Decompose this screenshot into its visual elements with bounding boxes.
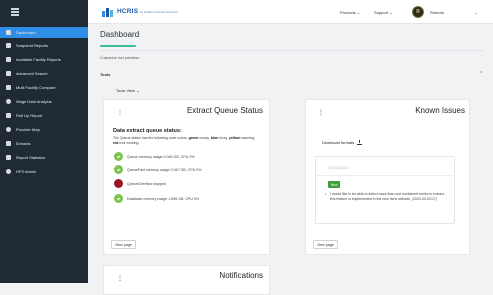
card-title: Known Issues [415, 106, 465, 115]
sidebar-item-multi-facility-compare[interactable]: Multi Facility Compare [0, 82, 88, 93]
sidebar: Dashboard Snapshot Reports Available Fac… [0, 0, 88, 283]
queue-status-row: Database memory usage 1.698 GB, CPU 0% [114, 194, 199, 203]
page-subtitle: Customize tool previews. [100, 56, 140, 60]
nav-support[interactable]: Support ⌄ [374, 10, 392, 15]
sidebar-item-roll-up-report[interactable]: Roll Up Report [0, 110, 88, 121]
sidebar-item-wage-data-analysis[interactable]: Wage Data Analysis [0, 96, 88, 107]
sidebar-item-label: Provider Map [16, 127, 40, 132]
nav-products[interactable]: Products ⌄ [340, 10, 360, 15]
sidebar-item-label: Wage Data Analysis [16, 99, 52, 104]
status-badge: New [328, 181, 341, 188]
sidebar-item-label: Snapshot Reports [16, 43, 49, 48]
sidebar-item-report-statistics[interactable]: Report Statistics [0, 152, 88, 163]
status-ok-icon [114, 165, 123, 174]
logo-text[interactable]: HCRIS [117, 8, 138, 15]
sidebar-item-label: HFS Admin [16, 169, 37, 174]
sidebar-item-hfs-admin[interactable]: HFS Admin [0, 166, 88, 177]
nav-user-name[interactable]: Roberto [430, 10, 444, 15]
download-formats[interactable]: Download formats [322, 140, 363, 145]
card-menu-icon[interactable]: ⋮ [318, 110, 324, 116]
logo-subtitle: by Health Financial Systems [140, 10, 178, 14]
wage-icon [6, 99, 11, 104]
compare-icon [6, 85, 11, 90]
issue-text: I would like to be able to select more t… [325, 192, 448, 202]
tools-section-label: Tools [100, 72, 111, 77]
card-title: Extract Queue Status [186, 106, 263, 115]
page-title: Dashboard [100, 30, 140, 39]
collapse-icon[interactable]: ^ [480, 71, 482, 77]
title-underline [100, 45, 136, 47]
view-page-button[interactable]: View page [111, 240, 136, 249]
rollup-icon [6, 113, 11, 118]
card-menu-icon[interactable]: ⋮ [117, 276, 123, 282]
sidebar-item-label: Extracts [16, 141, 31, 146]
extract-queue-card: ⋮ Extract Queue Status Data extract queu… [103, 99, 270, 255]
notifications-card: ⋮ Notifications [103, 265, 270, 295]
sidebar-item-available-facility-reports[interactable]: Available Facility Reports [0, 54, 88, 65]
divider [316, 175, 454, 176]
facility-icon [6, 57, 11, 62]
extract-status-heading: Data extract queue status: [113, 128, 182, 134]
sidebar-item-label: Multi Facility Compare [16, 85, 56, 90]
status-ok-icon [114, 194, 123, 203]
report-icon [6, 43, 11, 48]
sidebar-item-advanced-search[interactable]: Advanced Search [0, 68, 88, 79]
issue-date: 10/03/2019 [328, 165, 349, 170]
avatar[interactable]: R [412, 6, 424, 18]
view-page-button[interactable]: View page [313, 240, 338, 249]
queue-status-row: QueueFast memory usage 0.047 GB, CPU 0% [114, 165, 202, 174]
extract-status-description: The Queue status has the following code … [113, 136, 256, 145]
sidebar-item-label: Advanced Search [16, 71, 48, 76]
top-bar: HCRIS by Health Financial Systems Produc… [88, 0, 493, 24]
extract-icon [6, 141, 11, 146]
card-title: Notifications [219, 271, 263, 280]
menu-toggle-icon[interactable] [11, 8, 19, 16]
hcris-logo-icon[interactable] [102, 7, 114, 17]
dashboard-icon [6, 30, 11, 35]
sidebar-item-provider-map[interactable]: Provider Map [0, 124, 88, 135]
queue-status-row: Queue memory usage 0.046 GB, CPU 0% [114, 152, 195, 161]
admin-icon [6, 169, 11, 174]
sidebar-item-snapshot-reports[interactable]: Snapshot Reports [0, 40, 88, 51]
search-icon [6, 71, 11, 76]
tools-view-dropdown[interactable]: Tools View ⌄ [116, 88, 140, 93]
user-menu-chevron-icon[interactable]: ⌄ [474, 10, 477, 15]
queue-status-row: QueueOverflow stopped [114, 179, 166, 188]
sidebar-item-label: Report Statistics [16, 155, 46, 160]
avatar-initial: R [416, 9, 420, 15]
map-pin-icon [6, 127, 11, 132]
issue-item: 10/03/2019 New I would like to be able t… [315, 156, 455, 224]
sidebar-item-label: Available Facility Reports [16, 57, 61, 62]
sidebar-item-extracts[interactable]: Extracts [0, 138, 88, 149]
card-menu-icon[interactable]: ⋮ [117, 110, 123, 116]
stats-icon [6, 155, 11, 160]
sidebar-item-dashboard[interactable]: Dashboard [0, 27, 88, 38]
status-ok-icon [114, 152, 123, 161]
download-icon [357, 140, 363, 145]
divider [100, 50, 484, 51]
known-issues-card: ⋮ Known Issues Download formats 10/03/20… [305, 99, 470, 255]
sidebar-item-label: Roll Up Report [16, 113, 43, 118]
status-stopped-icon [114, 179, 123, 188]
sidebar-item-label: Dashboard [16, 30, 36, 35]
